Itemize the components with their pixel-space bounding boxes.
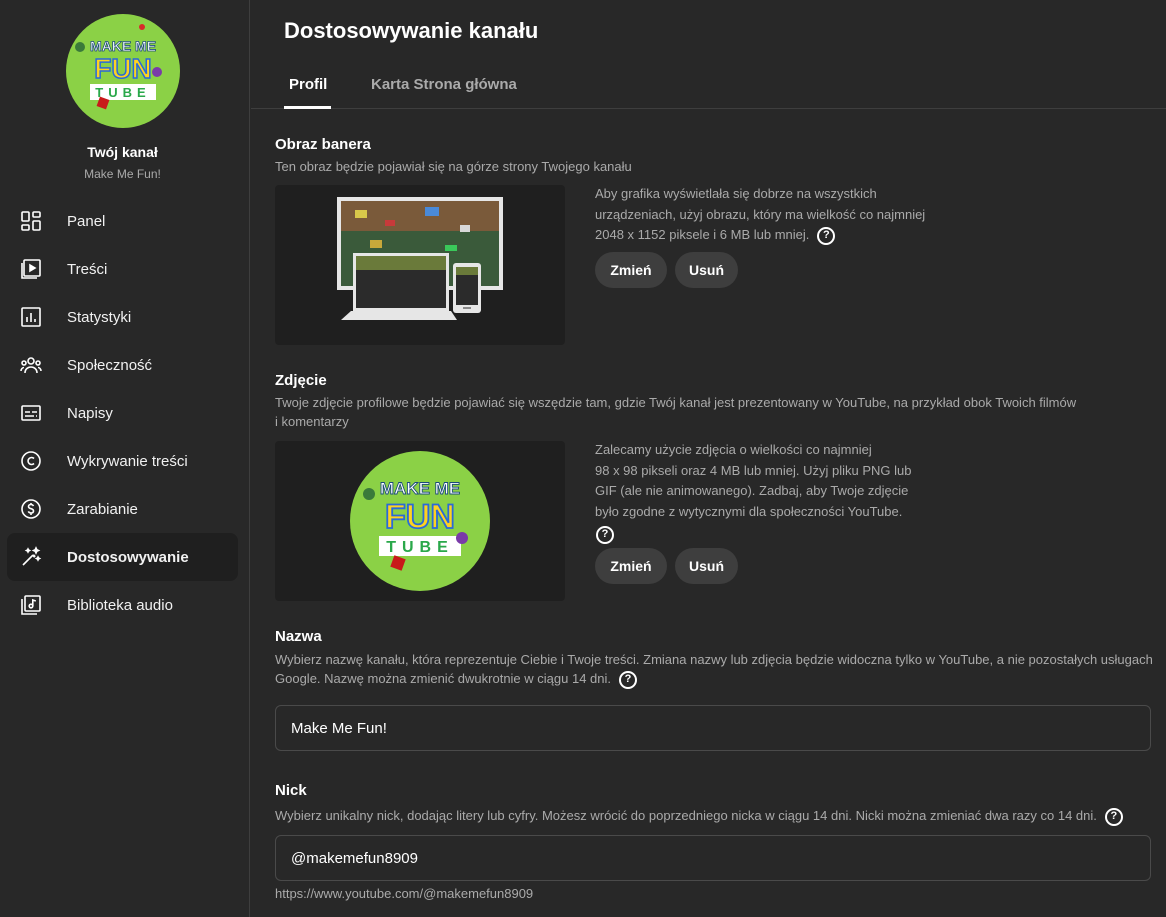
tab-home[interactable]: Karta Strona główna xyxy=(371,76,517,93)
photo-desc-line: Twoje zdjęcie profilowe będzie pojawiać … xyxy=(275,395,1077,410)
help-icon[interactable]: ? xyxy=(817,226,836,245)
sidebar-item-label: Biblioteka audio xyxy=(67,596,173,614)
photo-change-button[interactable]: Zmień xyxy=(595,548,667,584)
sidebar-item-content-detection[interactable]: Wykrywanie treści xyxy=(7,437,238,485)
audio-library-icon xyxy=(19,593,43,617)
logo-text-line3: TUBE xyxy=(95,85,150,100)
photo-info: Zalecamy użycie zdjęcia o wielkości co n… xyxy=(595,440,911,545)
sidebar-item-label: Wykrywanie treści xyxy=(67,452,188,470)
sidebar-item-label: Zarabianie xyxy=(67,500,138,518)
main-content: Dostosowywanie kanału Profil Karta Stron… xyxy=(251,0,1166,917)
dashboard-icon xyxy=(19,209,43,233)
active-tab-indicator xyxy=(284,106,331,109)
analytics-icon xyxy=(19,305,43,329)
sidebar-item-label: Panel xyxy=(67,212,106,230)
subtitles-icon xyxy=(19,401,43,425)
copyright-icon xyxy=(19,449,43,473)
photo-info-line: 98 x 98 pikseli oraz 4 MB lub mniej. Uży… xyxy=(595,462,912,478)
photo-section-title: Zdjęcie xyxy=(275,372,327,389)
photo-section-desc: Twoje zdjęcie profilowe będzie pojawiać … xyxy=(275,393,1076,431)
banner-info-line: urządzeniach, użyj obrazu, który ma wiel… xyxy=(595,206,926,222)
tabs-bar: Profil Karta Strona główna xyxy=(251,60,1166,109)
channel-url: https://www.youtube.com/@makemefun8909 xyxy=(275,886,534,901)
sidebar-nav: Panel Treści Statystyki Społeczność Napi… xyxy=(7,197,238,629)
profile-photo-preview: MAKE ME FUN TUBE xyxy=(350,451,490,591)
photo-remove-button[interactable]: Usuń xyxy=(675,548,738,584)
channel-title: Twój kanał xyxy=(87,144,158,160)
photo-info-line: Zalecamy użycie zdjęcia o wielkości co n… xyxy=(595,442,872,457)
banner-devices-illustration xyxy=(337,197,503,320)
banner-section-title: Obraz banera xyxy=(275,136,371,153)
handle-desc-text: Wybierz unikalny nick, dodając litery lu… xyxy=(275,808,1097,823)
sidebar-item-label: Społeczność xyxy=(67,356,153,374)
sidebar: MAKE ME FUN TUBE Twój kanał Make Me Fun!… xyxy=(0,0,250,917)
content-icon xyxy=(19,257,43,281)
customization-icon xyxy=(19,545,43,569)
monetization-icon xyxy=(19,497,43,521)
make-me-fun-logo: MAKE ME FUN TUBE xyxy=(66,14,180,128)
community-icon xyxy=(19,353,43,377)
sidebar-item-audio-library[interactable]: Biblioteka audio xyxy=(7,581,238,629)
channel-avatar[interactable]: MAKE ME FUN TUBE xyxy=(66,14,180,128)
sidebar-item-label: Napisy xyxy=(67,404,113,422)
tab-profile[interactable]: Profil xyxy=(289,76,327,93)
banner-change-button[interactable]: Zmień xyxy=(595,252,667,288)
name-section-title: Nazwa xyxy=(275,628,322,645)
sidebar-item-panel[interactable]: Panel xyxy=(7,197,238,245)
handle-section-desc: Wybierz unikalny nick, dodając litery lu… xyxy=(275,806,1123,826)
sidebar-item-label: Treści xyxy=(67,260,108,278)
sidebar-item-customization[interactable]: Dostosowywanie xyxy=(7,533,238,581)
name-desc-line: Wybierz nazwę kanału, która reprezentuje… xyxy=(275,652,1153,667)
channel-name-input[interactable] xyxy=(275,705,1151,751)
photo-logo-line1: MAKE ME xyxy=(380,479,460,498)
banner-info-line: 2048 x 1152 piksele i 6 MB lub mniej. xyxy=(595,227,810,242)
photo-info-line: GIF (ale nie animowanego). Zadbaj, aby T… xyxy=(595,483,909,498)
photo-logo-line3: TUBE xyxy=(386,539,454,556)
photo-info-line: było zgodne z wytycznymi dla społecznośc… xyxy=(595,503,903,519)
banner-info-line: Aby grafika wyświetlała się dobrze na ws… xyxy=(595,186,877,201)
logo-text-line2: FUN xyxy=(94,53,152,84)
sidebar-item-subtitles[interactable]: Napisy xyxy=(7,389,238,437)
sidebar-item-label: Dostosowywanie xyxy=(67,548,189,566)
page-title: Dostosowywanie kanału xyxy=(284,18,539,43)
handle-section-title: Nick xyxy=(275,782,307,799)
banner-preview xyxy=(275,185,565,345)
name-section-desc: Wybierz nazwę kanału, która reprezentuje… xyxy=(275,650,1153,689)
sidebar-item-monetization[interactable]: Zarabianie xyxy=(7,485,238,533)
photo-desc-line: i komentarzy xyxy=(275,414,349,429)
help-icon[interactable]: ? xyxy=(596,525,614,544)
banner-remove-button[interactable]: Usuń xyxy=(675,252,738,288)
handle-input[interactable] xyxy=(275,835,1151,881)
sidebar-item-content[interactable]: Treści xyxy=(7,245,238,293)
photo-logo-line2: FUN xyxy=(385,498,455,536)
sidebar-item-analytics[interactable]: Statystyki xyxy=(7,293,238,341)
sidebar-item-community[interactable]: Społeczność xyxy=(7,341,238,389)
photo-preview: MAKE ME FUN TUBE xyxy=(275,441,565,601)
name-desc-line: Google. Nazwę można zmienić dwukrotnie w… xyxy=(275,671,612,686)
banner-info: Aby grafika wyświetlała się dobrze na ws… xyxy=(595,184,925,246)
help-icon[interactable]: ? xyxy=(619,670,638,689)
channel-name: Make Me Fun! xyxy=(84,167,161,181)
logo-text-line1: MAKE ME xyxy=(90,38,156,54)
help-icon[interactable]: ? xyxy=(1104,807,1123,826)
banner-section-desc: Ten obraz będzie pojawiał się na górze s… xyxy=(275,159,632,174)
sidebar-item-label: Statystyki xyxy=(67,308,132,326)
